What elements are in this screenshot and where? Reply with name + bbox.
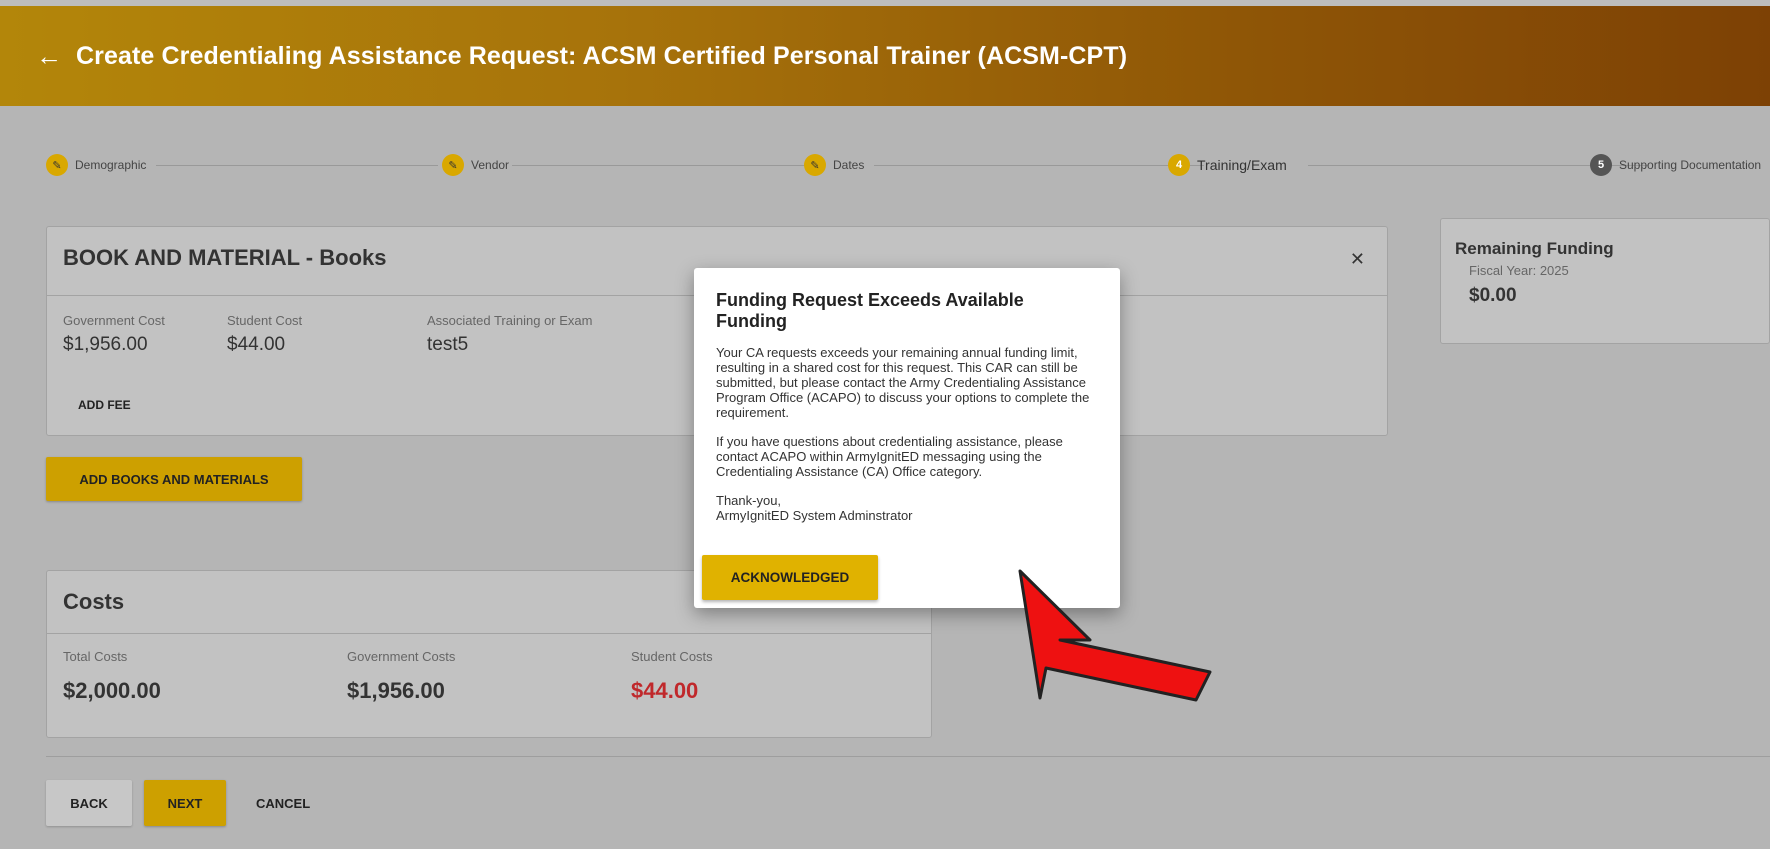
annotation-arrow-icon [1018,569,1212,702]
red-arrow-shape [1018,569,1212,702]
